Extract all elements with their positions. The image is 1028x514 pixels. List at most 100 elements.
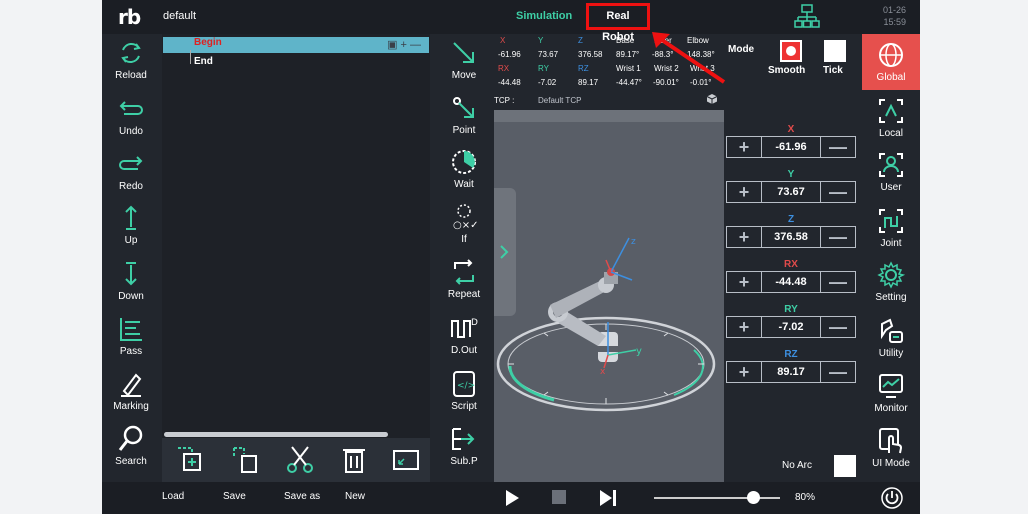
end-node-label[interactable]: End — [194, 56, 213, 67]
cut-icon[interactable] — [284, 444, 316, 476]
up-label: Up — [124, 235, 138, 246]
jog-ry-value[interactable]: -7.02 — [761, 316, 821, 338]
search-icon — [118, 425, 143, 451]
digital-out-icon: D — [451, 318, 478, 338]
jog-ry-minus-button[interactable]: — — [821, 317, 855, 337]
joint-button[interactable]: Joint — [862, 206, 920, 249]
utility-button[interactable]: Utility — [862, 316, 920, 359]
speed-slider-handle[interactable] — [747, 491, 760, 504]
jog-ry-plus-button[interactable]: + — [727, 317, 761, 337]
global-label: Global — [876, 72, 906, 83]
jog-rx-plus-button[interactable]: + — [727, 272, 761, 292]
tab-simulation[interactable]: Simulation — [516, 10, 572, 22]
robot-3d-viewport[interactable]: z y x — [494, 110, 724, 482]
jog-rz: RZ + 89.17 — — [726, 349, 856, 383]
delete-icon[interactable] — [338, 444, 370, 476]
info-val-rz: 89.17 — [578, 78, 599, 87]
jog-z-plus-button[interactable]: + — [727, 227, 761, 247]
svg-text:z: z — [631, 237, 636, 247]
command-toolbar: Move Point Wait ○×✓ If Repeat D D.Out </… — [436, 34, 492, 482]
jog-x-minus-button[interactable]: — — [821, 137, 855, 157]
app-logo: rb — [118, 5, 141, 29]
load-button[interactable]: Load — [162, 491, 184, 502]
tick-toggle[interactable] — [824, 40, 846, 62]
user-button[interactable]: User — [862, 150, 920, 193]
pass-label: Pass — [119, 346, 143, 357]
tab-real-robot[interactable]: Real Robot — [586, 3, 650, 43]
jog-y-value[interactable]: 73.67 — [761, 181, 821, 203]
wait-button[interactable]: Wait — [436, 147, 492, 190]
info-header-base: Base — [616, 36, 635, 45]
save-button[interactable]: Save — [223, 491, 246, 502]
tcp-value[interactable]: Default TCP — [538, 96, 581, 105]
date-text: 01-26 — [882, 5, 906, 15]
up-button[interactable]: Up — [102, 203, 160, 246]
move-button[interactable]: Move — [436, 38, 492, 81]
jog-rx-minus-button[interactable]: — — [821, 272, 855, 292]
repeat-button[interactable]: Repeat — [436, 257, 492, 300]
redo-button[interactable]: Redo — [102, 149, 160, 192]
point-button[interactable]: Point — [436, 93, 492, 136]
program-scrollbar[interactable] — [164, 432, 388, 437]
edit-toolbar — [162, 438, 430, 482]
info-header-ry: RY — [538, 64, 549, 73]
jog-y-minus-button[interactable]: — — [821, 182, 855, 202]
new-button[interactable]: New — [345, 491, 365, 502]
smooth-toggle[interactable] — [780, 40, 802, 62]
program-filename: default — [163, 10, 197, 22]
jog-z-minus-button[interactable]: — — [821, 227, 855, 247]
repeat-icon — [454, 259, 474, 285]
jog-x: X + -61.96 — — [726, 124, 856, 158]
info-header-rx: RX — [498, 64, 510, 73]
wait-icon — [452, 150, 476, 174]
search-button[interactable]: Search — [102, 424, 160, 467]
jog-x-value[interactable]: -61.96 — [761, 136, 821, 158]
tree-connector — [190, 50, 191, 64]
expand-icon[interactable] — [390, 444, 422, 476]
if-button[interactable]: ○×✓ If — [436, 202, 492, 245]
pass-button[interactable]: Pass — [102, 314, 160, 357]
jog-rz-minus-button[interactable]: — — [821, 362, 855, 382]
jog-z: Z + 376.58 — — [726, 214, 856, 248]
marking-button[interactable]: Marking — [102, 369, 160, 412]
power-icon[interactable] — [880, 486, 904, 510]
jog-rz-value[interactable]: 89.17 — [761, 361, 821, 383]
speed-slider-track[interactable] — [654, 497, 780, 499]
network-icon[interactable] — [794, 4, 820, 30]
play-icon[interactable] — [504, 489, 520, 507]
cube-view-icon[interactable] — [706, 93, 718, 105]
paste-icon[interactable] — [230, 444, 262, 476]
jog-rz-plus-button[interactable]: + — [727, 362, 761, 382]
ui-mode-button[interactable]: UI Mode — [862, 426, 920, 469]
jog-rx-label: RX — [784, 259, 798, 270]
jog-x-plus-button[interactable]: + — [727, 137, 761, 157]
copy-icon[interactable] — [174, 444, 206, 476]
stop-icon[interactable] — [551, 489, 567, 505]
gear-icon — [877, 261, 906, 289]
marking-icon — [121, 373, 142, 397]
monitor-button[interactable]: Monitor — [862, 371, 920, 414]
undo-button[interactable]: Undo — [102, 94, 160, 137]
footer-bar: Load Save Save as New 80% — [102, 482, 920, 514]
reload-button[interactable]: Reload — [102, 38, 160, 81]
jog-z-value[interactable]: 376.58 — [761, 226, 821, 248]
program-tree[interactable]: ▣ + — Begin End — [162, 34, 430, 480]
script-button[interactable]: </> Script — [436, 369, 492, 412]
setting-button[interactable]: Setting — [862, 260, 920, 303]
info-header-wrist1: Wrist 1 — [616, 64, 641, 73]
marking-label: Marking — [113, 401, 149, 412]
no-arc-checkbox[interactable] — [834, 455, 856, 477]
step-forward-icon[interactable] — [598, 489, 618, 507]
save-as-button[interactable]: Save as — [284, 491, 320, 502]
jog-rx-value[interactable]: -44.48 — [761, 271, 821, 293]
global-button[interactable]: Global — [862, 34, 920, 90]
local-button[interactable]: Local — [862, 96, 920, 139]
subprogram-button[interactable]: Sub.P — [436, 424, 492, 467]
jog-y-plus-button[interactable]: + — [727, 182, 761, 202]
subprogram-label: Sub.P — [450, 456, 478, 467]
svg-text:x: x — [600, 367, 606, 377]
redo-label: Redo — [119, 181, 143, 192]
down-button[interactable]: Down — [102, 259, 160, 302]
digital-out-button[interactable]: D D.Out — [436, 313, 492, 356]
row-controls[interactable]: ▣ + — — [387, 38, 421, 51]
